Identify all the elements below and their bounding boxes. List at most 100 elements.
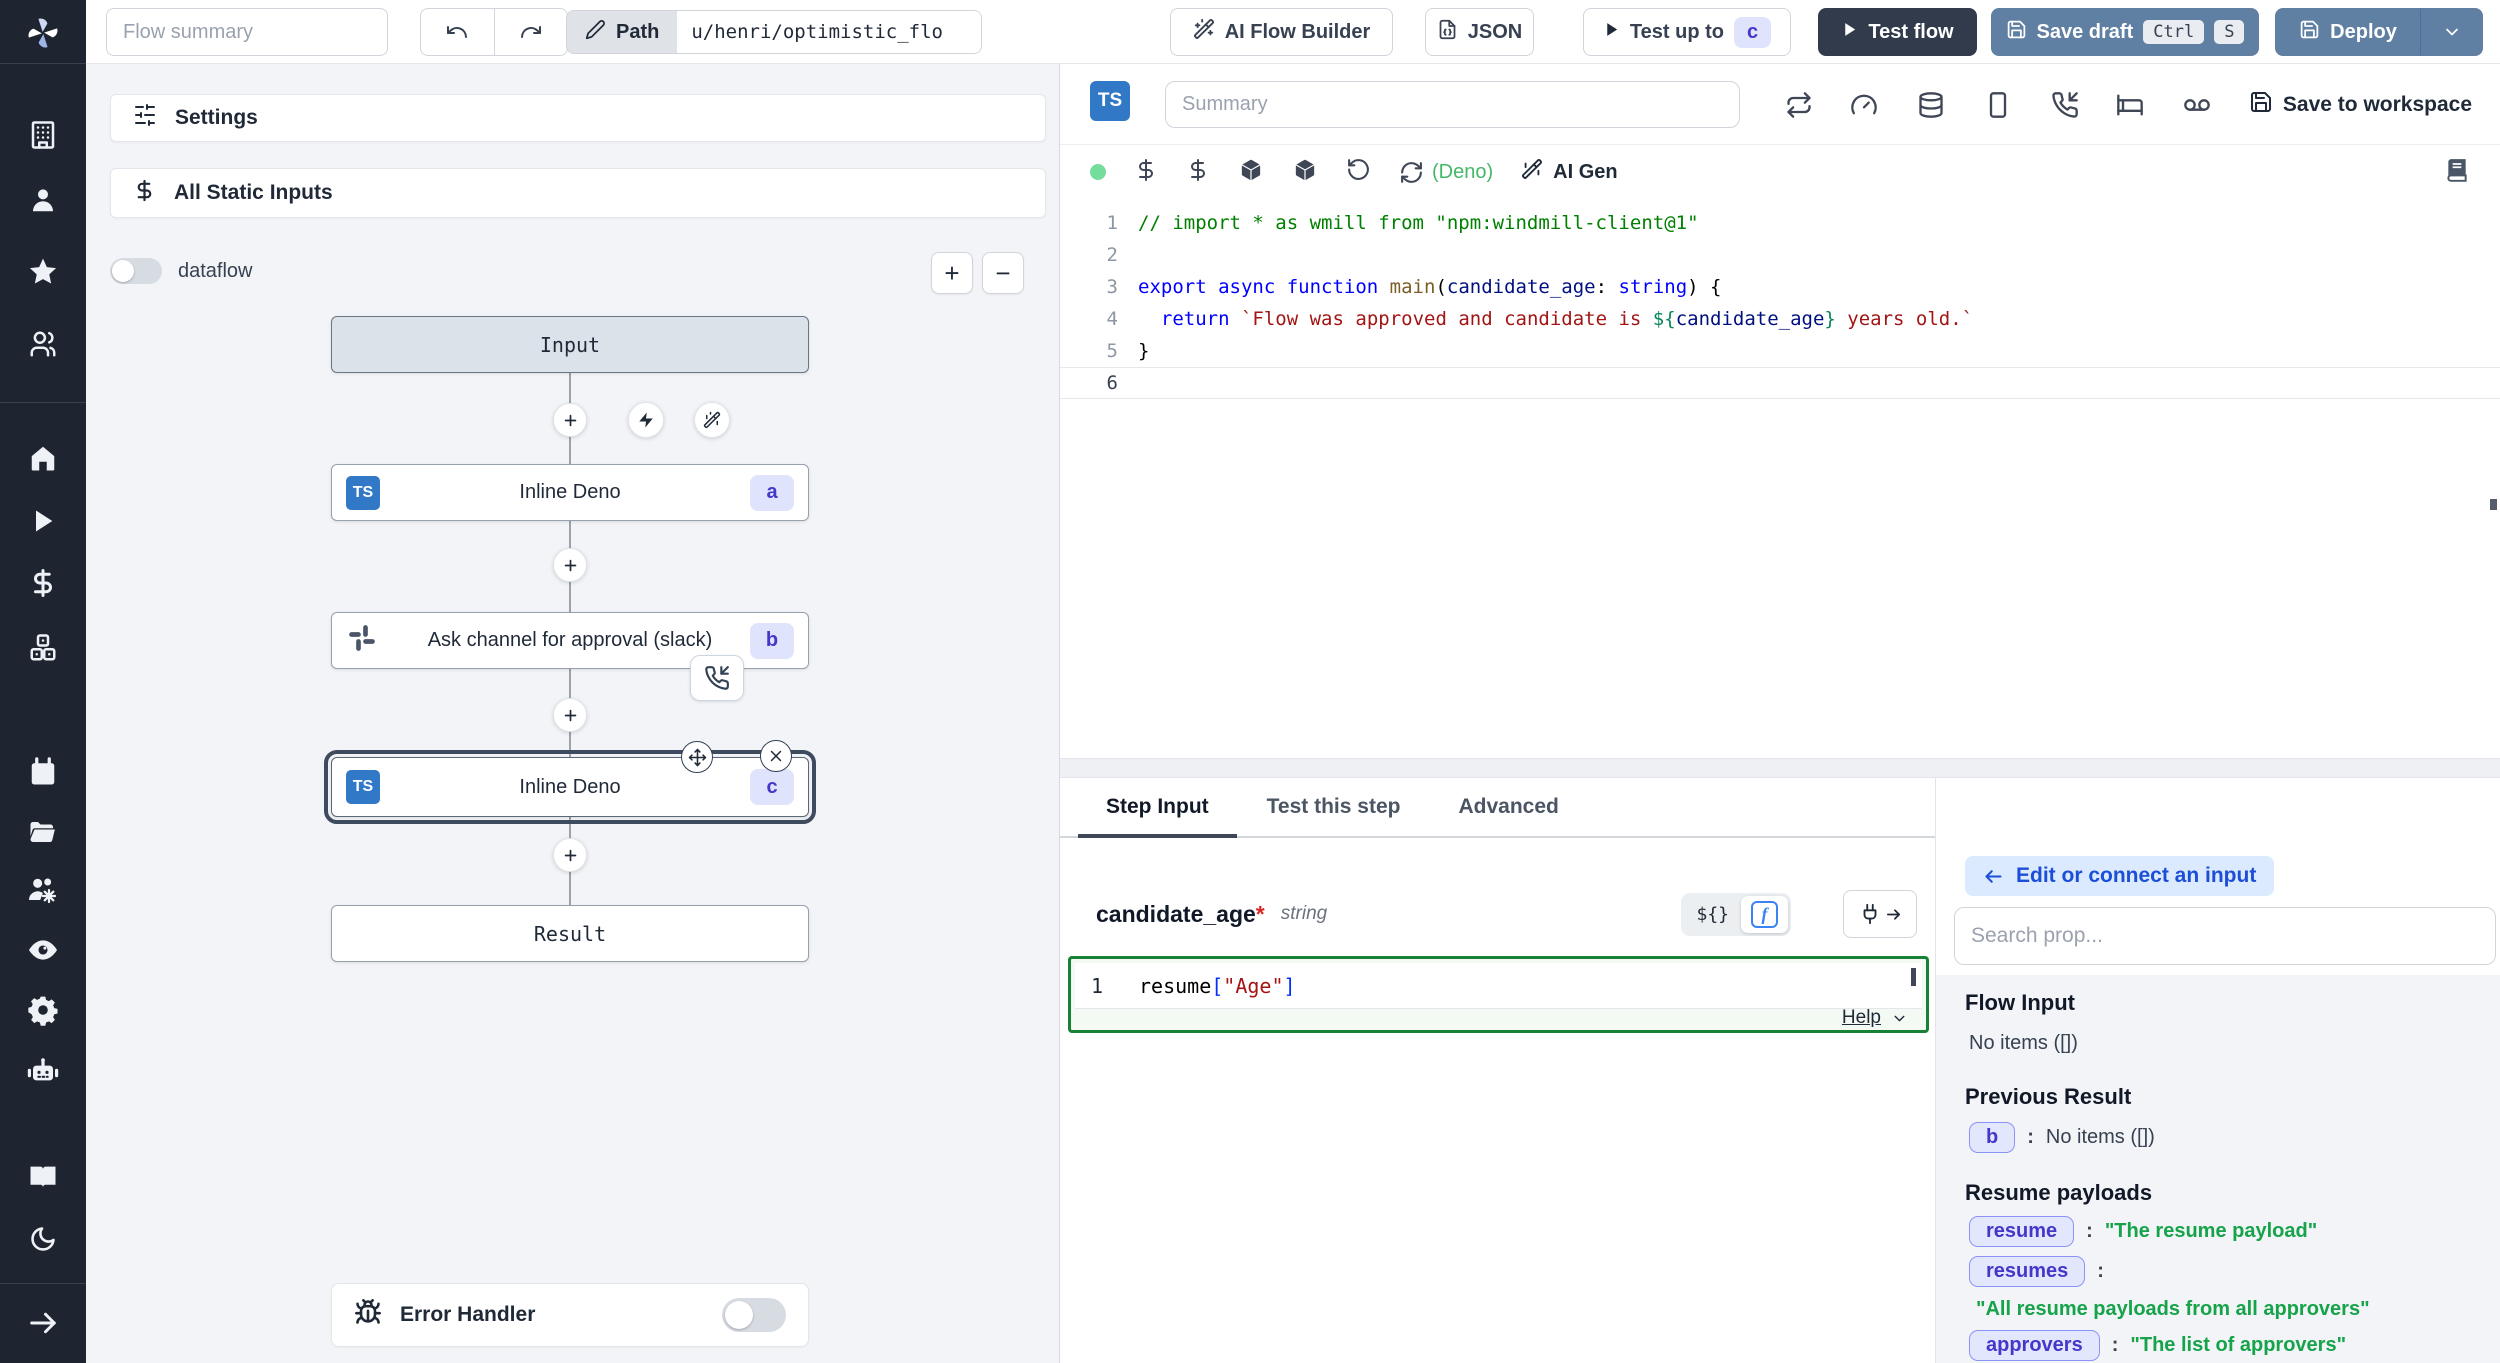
- scrollbar-marker[interactable]: [2490, 499, 2497, 510]
- lifetime-voicemail-icon[interactable]: [2180, 88, 2214, 122]
- bot-icon[interactable]: [0, 1048, 86, 1094]
- add-step-button[interactable]: [553, 698, 587, 732]
- play-icon[interactable]: [0, 498, 86, 544]
- save-to-workspace-button[interactable]: Save to workspace: [2249, 90, 2472, 120]
- retries-repeat-icon[interactable]: [1782, 88, 1816, 122]
- expand-arrow-icon[interactable]: [0, 1300, 86, 1346]
- expression-line[interactable]: 1 resume["Age"]: [1075, 963, 1922, 1009]
- error-handler-toggle[interactable]: [722, 1298, 786, 1332]
- redo-button[interactable]: [494, 9, 568, 55]
- book-icon[interactable]: [0, 1153, 86, 1199]
- mock-square-icon[interactable]: [1981, 88, 2015, 122]
- tab-step-input[interactable]: Step Input: [1106, 778, 1209, 836]
- flow-settings-button[interactable]: Settings: [110, 94, 1046, 142]
- boxes-icon[interactable]: [0, 625, 86, 671]
- resources-dollar-icon[interactable]: [1186, 158, 1210, 187]
- ai-flow-builder-button[interactable]: AI Flow Builder: [1170, 8, 1393, 56]
- flow-node-result[interactable]: Result: [331, 905, 809, 962]
- prop-pill-resume[interactable]: resume: [1969, 1216, 2074, 1247]
- dataflow-label: dataflow: [178, 260, 253, 283]
- panel-divider[interactable]: [1060, 758, 2500, 778]
- path-value[interactable]: u/henri/optimistic_flo: [677, 11, 981, 53]
- package-icon[interactable]: [1292, 157, 1318, 188]
- prop-pill-b[interactable]: b: [1969, 1122, 2015, 1153]
- previous-result-title: Previous Result: [1965, 1084, 2131, 1110]
- line-number: 1: [1075, 974, 1115, 998]
- props-list: Flow Input No items ([]) Previous Result…: [1936, 975, 2500, 1363]
- chevron-down-icon[interactable]: [1891, 1010, 1908, 1027]
- deploy-dropdown-button[interactable]: [2420, 9, 2482, 55]
- windmill-flow-builder: Path u/henri/optimistic_flo AI Flow Buil…: [0, 0, 2500, 1363]
- windmill-logo-icon[interactable]: [0, 10, 86, 56]
- previous-result-row: b : No items ([]): [1969, 1122, 2155, 1153]
- home-icon[interactable]: [0, 435, 86, 481]
- error-handler-card[interactable]: Error Handler: [331, 1283, 809, 1347]
- prop-pill-approvers[interactable]: approvers: [1969, 1330, 2100, 1361]
- prop-pill-resumes[interactable]: resumes: [1969, 1256, 2085, 1287]
- save-draft-button[interactable]: Save draft Ctrl S: [1991, 8, 2259, 56]
- users-icon[interactable]: [0, 321, 86, 367]
- suspend-approval-badge[interactable]: [690, 655, 744, 701]
- add-step-button[interactable]: [553, 548, 587, 582]
- suspend-phone-incoming-icon[interactable]: [2048, 88, 2082, 122]
- search-prop-input[interactable]: [1954, 907, 2496, 965]
- ai-gen-button[interactable]: AI Gen: [1521, 158, 1617, 186]
- flow-summary-input[interactable]: [106, 8, 388, 56]
- building-icon[interactable]: [0, 112, 86, 158]
- users-cog-icon[interactable]: [0, 867, 86, 913]
- star-icon[interactable]: [0, 249, 86, 295]
- template-mode-option[interactable]: ${}: [1684, 898, 1741, 931]
- runtime-label: (Deno): [1432, 161, 1493, 184]
- test-flow-button[interactable]: Test flow: [1818, 8, 1977, 56]
- flow-node-a[interactable]: TS Inline Deno a: [331, 464, 809, 521]
- moon-icon[interactable]: [0, 1216, 86, 1262]
- edit-or-connect-button[interactable]: Edit or connect an input: [1965, 856, 2274, 896]
- mini-scrollbar[interactable]: [1911, 968, 1916, 986]
- folder-open-icon[interactable]: [0, 809, 86, 855]
- trigger-zap-button[interactable]: [628, 402, 664, 438]
- cache-database-icon[interactable]: [1914, 88, 1948, 122]
- move-node-button[interactable]: [681, 741, 713, 773]
- dollar-icon[interactable]: [0, 560, 86, 606]
- tab-advanced[interactable]: Advanced: [1458, 778, 1558, 836]
- flow-node-input[interactable]: Input: [331, 316, 809, 373]
- user-icon[interactable]: [0, 177, 86, 223]
- runtime-selector[interactable]: (Deno): [1399, 160, 1493, 185]
- add-step-button[interactable]: [553, 403, 587, 437]
- summary-input[interactable]: [1165, 81, 1740, 128]
- test-up-to-button[interactable]: Test up to c: [1583, 8, 1791, 56]
- tab-test-this-step[interactable]: Test this step: [1267, 778, 1401, 836]
- delete-node-button[interactable]: [760, 740, 792, 772]
- zoom-in-button[interactable]: +: [931, 252, 973, 294]
- step-input-panel: Step Input Test this step Advanced candi…: [1060, 778, 1935, 1363]
- eye-icon[interactable]: [0, 927, 86, 973]
- deploy-button[interactable]: Deploy: [2276, 19, 2420, 46]
- library-book-icon[interactable]: [2444, 157, 2470, 188]
- line-number: 4: [1060, 303, 1118, 335]
- early-stop-gauge-icon[interactable]: [1847, 88, 1881, 122]
- path-tag[interactable]: Path: [567, 11, 677, 53]
- dataflow-toggle[interactable]: [110, 258, 162, 284]
- undo-button[interactable]: [421, 9, 494, 55]
- add-step-button[interactable]: [553, 838, 587, 872]
- help-link[interactable]: Help: [1842, 1007, 1881, 1029]
- sleep-bed-icon[interactable]: [2113, 88, 2147, 122]
- file-json-icon: [1437, 19, 1458, 46]
- variables-dollar-icon[interactable]: [1134, 158, 1158, 187]
- connect-input-button[interactable]: [1843, 890, 1917, 938]
- ai-wand-button[interactable]: [694, 402, 730, 438]
- code-editor[interactable]: 1// import * as wmill from "npm:windmill…: [1060, 199, 2500, 758]
- flow-input-title: Flow Input: [1965, 990, 2075, 1016]
- calendar-icon[interactable]: [0, 749, 86, 795]
- kbd-ctrl: Ctrl: [2143, 20, 2204, 44]
- approvers-row: approvers : "The list of approvers": [1969, 1330, 2346, 1361]
- history-icon[interactable]: [1346, 157, 1371, 187]
- all-static-inputs-button[interactable]: All Static Inputs: [110, 168, 1046, 218]
- package-icon[interactable]: [1238, 157, 1264, 188]
- json-button[interactable]: JSON: [1425, 8, 1534, 56]
- zoom-out-button[interactable]: −: [982, 252, 1024, 294]
- gear-icon[interactable]: [0, 987, 86, 1033]
- sliders-icon: [133, 103, 157, 133]
- flow-node-c-selected[interactable]: TS Inline Deno c: [331, 757, 809, 817]
- expression-mode-option[interactable]: f: [1741, 896, 1788, 933]
